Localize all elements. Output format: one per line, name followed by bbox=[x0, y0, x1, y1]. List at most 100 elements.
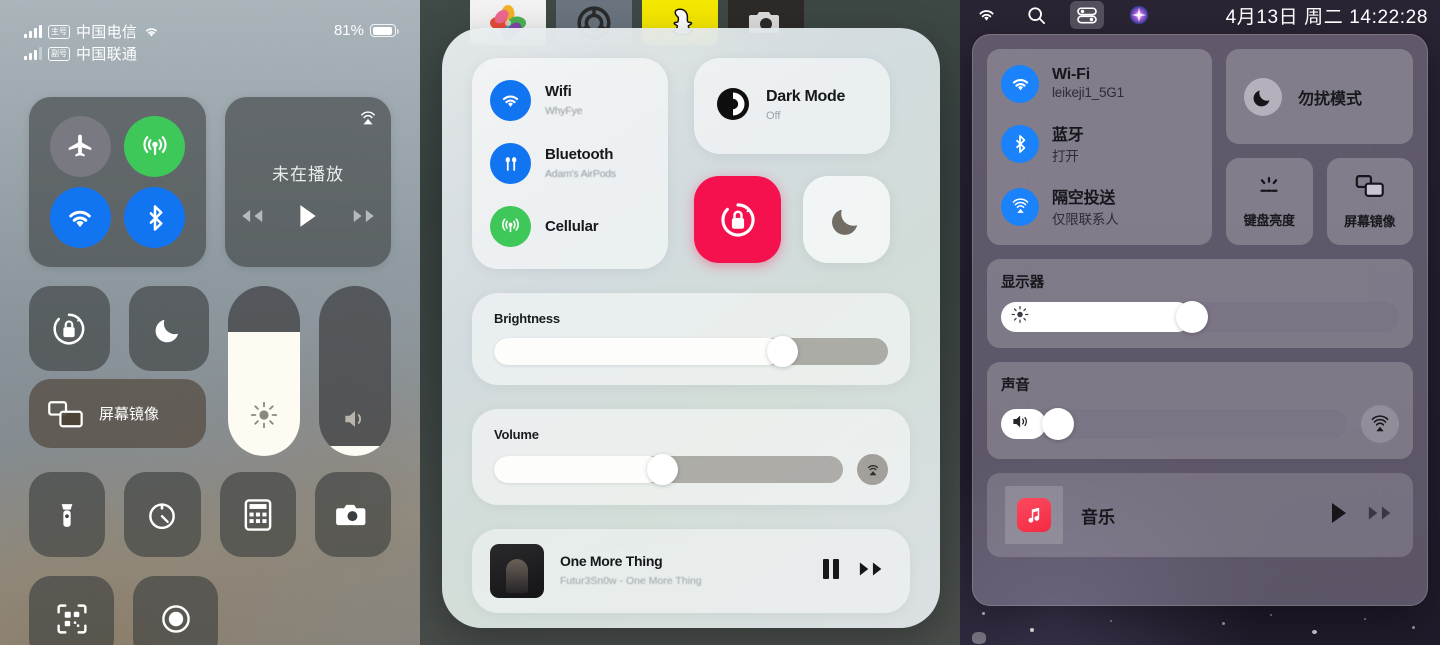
speaker-icon bbox=[1010, 412, 1032, 437]
do-not-disturb-toggle[interactable] bbox=[128, 286, 210, 371]
pause-button[interactable] bbox=[822, 558, 840, 585]
cc-track-title: One More Thing bbox=[560, 553, 663, 569]
cc-cellular-item[interactable]: Cellular bbox=[490, 206, 650, 247]
bluetooth-toggle[interactable] bbox=[124, 187, 186, 248]
mac-keyboard-brightness-tile[interactable]: 键盘亮度 bbox=[1226, 158, 1313, 245]
macos-control-center-sheet: Wi-Fi leikeji1_5G1 蓝牙 打开 隔空投送 仅限联系人 勿扰模式… bbox=[972, 34, 1428, 606]
cc-cellular-title: Cellular bbox=[545, 217, 599, 235]
calculator-icon bbox=[244, 498, 271, 531]
control-center-sheet: Wifi WhyFye Bluetooth Adam's AirPods Cel… bbox=[442, 28, 940, 628]
cc-bluetooth-title: Bluetooth bbox=[545, 145, 614, 163]
ios-connectivity-tile[interactable] bbox=[29, 97, 206, 267]
fast-forward-button[interactable] bbox=[352, 208, 378, 229]
screen-record-button[interactable] bbox=[133, 576, 218, 645]
cc-dark-mode-card[interactable]: Dark Mode Off bbox=[694, 58, 890, 154]
cc-media-controls bbox=[822, 558, 892, 585]
cc-brightness-knob[interactable] bbox=[766, 336, 798, 367]
cc-do-not-disturb-toggle[interactable] bbox=[803, 176, 890, 263]
mac-wifi-title: Wi-Fi bbox=[1052, 66, 1090, 83]
mac-airdrop-item[interactable]: 隔空投送 仅限联系人 bbox=[1001, 184, 1198, 229]
cc-brightness-slider[interactable] bbox=[494, 336, 888, 367]
rotation-lock-icon bbox=[720, 202, 755, 237]
timer-button[interactable] bbox=[124, 472, 201, 557]
cc-top-row: Wifi WhyFye Bluetooth Adam's AirPods Cel… bbox=[472, 58, 910, 269]
album-art bbox=[490, 544, 544, 598]
calculator-button[interactable] bbox=[219, 472, 296, 557]
airplane-icon bbox=[69, 134, 92, 156]
cc-volume-knob[interactable] bbox=[646, 454, 678, 485]
cc-bluetooth-item[interactable]: Bluetooth Adam's AirPods bbox=[490, 143, 650, 184]
qr-code-scanner-icon bbox=[56, 603, 87, 634]
cc-volume-slider[interactable] bbox=[494, 454, 843, 485]
wifi-toggle[interactable] bbox=[49, 187, 111, 248]
flashlight-button[interactable] bbox=[29, 472, 106, 557]
cc-airplay-button[interactable] bbox=[857, 454, 888, 485]
cc-brightness-card[interactable]: Brightness bbox=[472, 293, 910, 385]
mac-do-not-disturb-card[interactable]: 勿扰模式 bbox=[1226, 49, 1413, 144]
cellular-icon bbox=[143, 135, 167, 155]
menubar-search-icon[interactable] bbox=[1021, 1, 1052, 29]
fast-forward-button[interactable] bbox=[1367, 504, 1395, 527]
mac-now-playing-card[interactable]: 音乐 bbox=[987, 473, 1413, 557]
brightness-slider[interactable] bbox=[228, 286, 301, 456]
ios-control-center-panel: 主号 中国电信 副号 中国联通 81% 未在播放 屏幕镜像 bbox=[0, 0, 420, 645]
ios-status-bar: 主号 中国电信 副号 中国联通 81% bbox=[0, 22, 420, 63]
ios-row-1: 未在播放 bbox=[29, 97, 391, 267]
wifi-icon bbox=[1001, 65, 1039, 103]
mac-sound-slider[interactable] bbox=[1001, 408, 1347, 440]
ios-control-grid: 未在播放 屏幕镜像 bbox=[29, 97, 391, 645]
status-bar-sim-secondary: 副号 中国联通 bbox=[24, 44, 160, 63]
mac-mini-tiles: 键盘亮度 屏幕镜像 bbox=[1226, 158, 1413, 245]
qr-code-scanner-button[interactable] bbox=[29, 576, 114, 645]
cellular-data-toggle[interactable] bbox=[124, 116, 186, 177]
menubar-wifi-icon[interactable] bbox=[970, 1, 1003, 29]
cc-rotation-lock-toggle[interactable] bbox=[694, 176, 781, 263]
mac-connectivity-card[interactable]: Wi-Fi leikeji1_5G1 蓝牙 打开 隔空投送 仅限联系人 bbox=[987, 49, 1212, 245]
camera-button[interactable] bbox=[314, 472, 391, 557]
rotation-lock-toggle[interactable] bbox=[29, 286, 110, 371]
ios-now-playing-tile[interactable]: 未在播放 bbox=[225, 97, 391, 267]
carrier-primary-label: 中国电信 bbox=[76, 24, 138, 41]
moon-icon bbox=[831, 209, 857, 235]
menubar-siri-icon[interactable] bbox=[1122, 1, 1156, 29]
mac-display-card[interactable]: 显示器 bbox=[987, 259, 1413, 348]
mac-airplay-button[interactable] bbox=[1361, 405, 1399, 443]
mac-sound-card[interactable]: 声音 bbox=[987, 362, 1413, 459]
mac-screen-mirroring-label: 屏幕镜像 bbox=[1344, 214, 1396, 229]
airplay-icon bbox=[867, 464, 878, 475]
mac-sound-knob[interactable] bbox=[1041, 408, 1074, 440]
menubar-control-center-icon[interactable] bbox=[1070, 1, 1104, 29]
cc-bluetooth-subtitle: Adam's AirPods bbox=[545, 167, 616, 180]
mac-wifi-item[interactable]: Wi-Fi leikeji1_5G1 bbox=[1001, 65, 1198, 103]
play-button[interactable] bbox=[298, 204, 318, 233]
volume-slider[interactable] bbox=[319, 286, 391, 456]
menubar-clock[interactable]: 4月13日 周二 14:22:28 bbox=[1226, 2, 1440, 29]
airpods-icon bbox=[490, 143, 531, 184]
mac-dnd-label: 勿扰模式 bbox=[1298, 90, 1363, 108]
speaker-icon bbox=[319, 406, 391, 432]
brightness-icon bbox=[1010, 305, 1030, 330]
cc-brightness-label: Brightness bbox=[494, 311, 560, 326]
cc-volume-label: Volume bbox=[494, 427, 539, 442]
cc-volume-card[interactable]: Volume bbox=[472, 409, 910, 505]
cc-brightness-fill bbox=[494, 338, 782, 365]
camera-icon bbox=[336, 504, 366, 525]
screen-mirroring-icon bbox=[1355, 175, 1384, 197]
status-bar-battery: 81% bbox=[334, 22, 399, 39]
cc-now-playing-card[interactable]: One More Thing Futur3Sn0w - One More Thi… bbox=[472, 529, 910, 613]
airplay-icon[interactable] bbox=[357, 107, 379, 134]
mac-bluetooth-subtitle: 打开 bbox=[1052, 149, 1079, 164]
play-button[interactable] bbox=[1329, 502, 1349, 529]
moon-icon bbox=[1244, 77, 1282, 116]
airplane-mode-toggle[interactable] bbox=[49, 116, 111, 177]
cc-connectivity-card[interactable]: Wifi WhyFye Bluetooth Adam's AirPods Cel… bbox=[472, 58, 668, 269]
mac-display-slider[interactable] bbox=[1001, 301, 1399, 333]
fast-forward-button[interactable] bbox=[858, 560, 886, 583]
airdrop-icon bbox=[1001, 187, 1039, 226]
mac-screen-mirroring-tile[interactable]: 屏幕镜像 bbox=[1326, 158, 1413, 245]
screen-mirroring-tile[interactable]: 屏幕镜像 bbox=[29, 379, 206, 448]
mac-bluetooth-item[interactable]: 蓝牙 打开 bbox=[1001, 121, 1198, 166]
cc-wifi-item[interactable]: Wifi WhyFye bbox=[490, 80, 650, 121]
mac-display-knob[interactable] bbox=[1176, 301, 1209, 333]
rewind-button[interactable] bbox=[238, 208, 264, 229]
